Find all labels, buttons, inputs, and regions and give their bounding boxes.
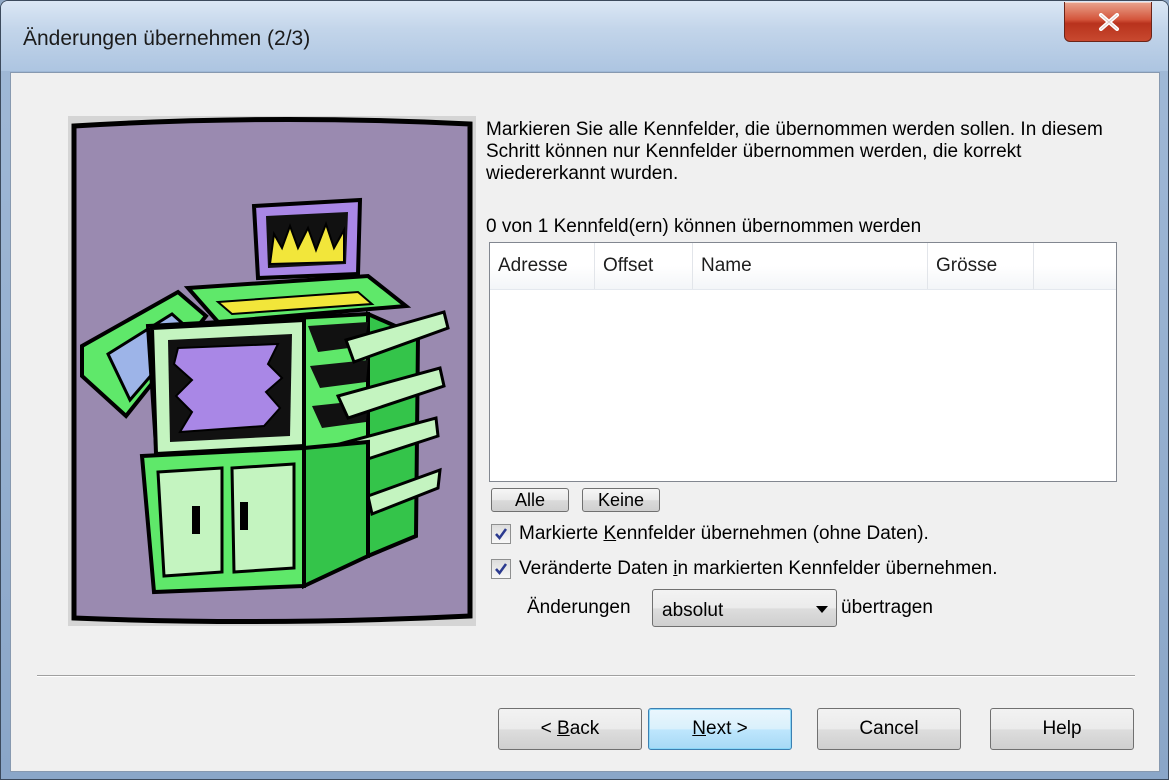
take-changed-label[interactable]: Veränderte Daten in markierten Kennfelde… xyxy=(519,558,997,580)
list-header: Adresse Offset Name Grösse xyxy=(490,243,1116,290)
window-title: Änderungen übernehmen (2/3) xyxy=(23,27,311,50)
copier-machine-illustration xyxy=(68,116,476,626)
next-button-mnemonic: N xyxy=(692,718,706,739)
take-marked-label-suffix: ennfelder übernehmen (ohne Daten). xyxy=(616,523,929,544)
dialog-client-area: Markieren Sie alle Kennfelder, die übern… xyxy=(10,72,1160,772)
transfer-label-before: Änderungen xyxy=(527,597,631,618)
cancel-button[interactable]: Cancel xyxy=(817,708,961,750)
title-bar[interactable]: Änderungen übernehmen (2/3) xyxy=(1,1,1168,71)
take-marked-checkbox[interactable] xyxy=(491,524,511,544)
map-count-label: 0 von 1 Kennfeld(ern) können übernommen … xyxy=(486,216,922,237)
take-marked-label-mnemonic: K xyxy=(603,523,617,544)
checkmark-icon xyxy=(495,528,508,541)
transfer-label-after: übertragen xyxy=(841,597,933,618)
select-none-button[interactable]: Keine xyxy=(582,488,660,512)
column-header-adresse[interactable]: Adresse xyxy=(490,243,595,289)
button-divider xyxy=(37,675,1135,677)
next-button[interactable]: Next > xyxy=(648,708,792,750)
transfer-mode-select[interactable]: absolut xyxy=(652,589,837,627)
maps-list[interactable]: Adresse Offset Name Grösse xyxy=(489,242,1117,482)
take-marked-label-prefix: Markierte xyxy=(519,523,604,544)
select-all-button[interactable]: Alle xyxy=(491,488,569,512)
back-button[interactable]: < Back xyxy=(498,708,642,750)
column-header-empty xyxy=(1034,243,1116,289)
close-icon xyxy=(1099,13,1119,31)
chevron-down-icon xyxy=(816,606,828,613)
take-changed-label-suffix: n markierten Kennfelder übernehmen. xyxy=(677,558,998,579)
column-header-groesse[interactable]: Grösse xyxy=(928,243,1034,289)
help-button[interactable]: Help xyxy=(990,708,1134,750)
close-button[interactable] xyxy=(1064,2,1152,42)
back-button-prefix: < xyxy=(540,718,558,739)
take-changed-label-prefix: Veränderte Daten xyxy=(519,558,674,579)
checkmark-icon xyxy=(495,563,508,576)
back-button-suffix: ack xyxy=(569,718,600,739)
wizard-window: Änderungen übernehmen (2/3) Markieren Si… xyxy=(0,0,1169,780)
take-changed-checkbox[interactable] xyxy=(491,559,511,579)
back-button-mnemonic: B xyxy=(557,718,570,739)
column-header-name[interactable]: Name xyxy=(693,243,928,289)
column-header-offset[interactable]: Offset xyxy=(595,243,693,289)
take-marked-label[interactable]: Markierte Kennfelder übernehmen (ohne Da… xyxy=(519,523,929,545)
instruction-text: Markieren Sie alle Kennfelder, die übern… xyxy=(486,119,1103,184)
next-button-suffix: ext > xyxy=(706,718,748,739)
transfer-mode-value: absolut xyxy=(662,600,724,621)
